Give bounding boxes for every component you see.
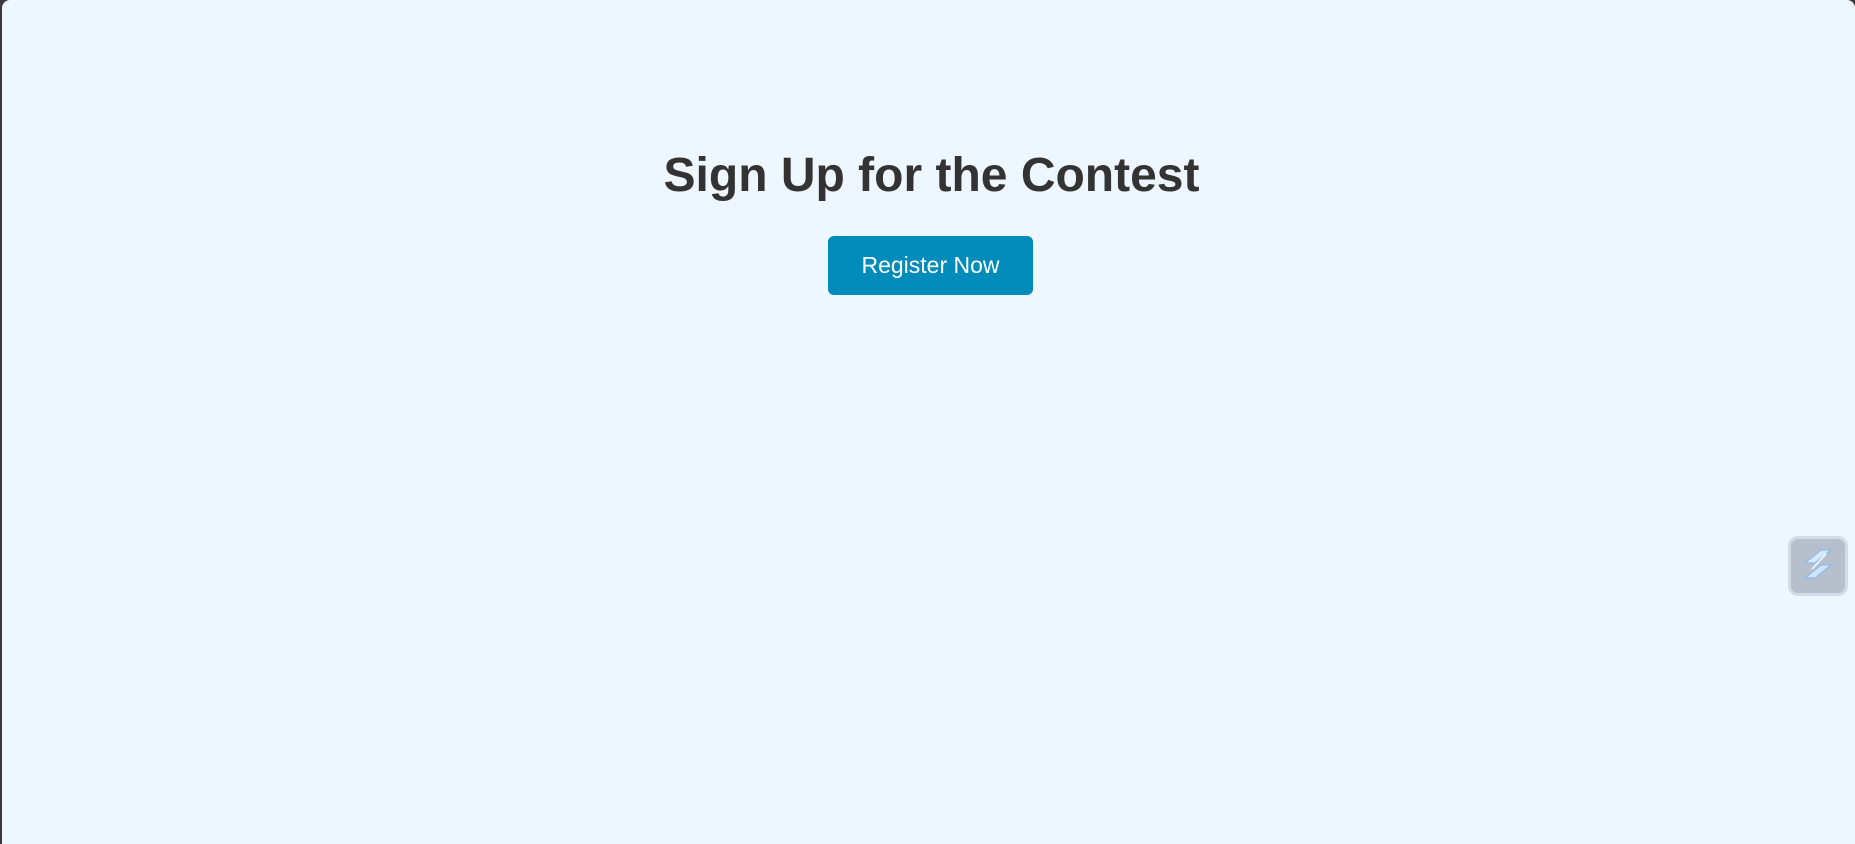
register-now-button[interactable]: Register Now [828, 236, 1033, 295]
floating-extension-widget[interactable] [1788, 536, 1848, 596]
extension-icon [1802, 547, 1834, 586]
page-title: Sign Up for the Contest [663, 149, 1200, 202]
page-container: Sign Up for the Contest Register Now [2, 0, 1855, 844]
